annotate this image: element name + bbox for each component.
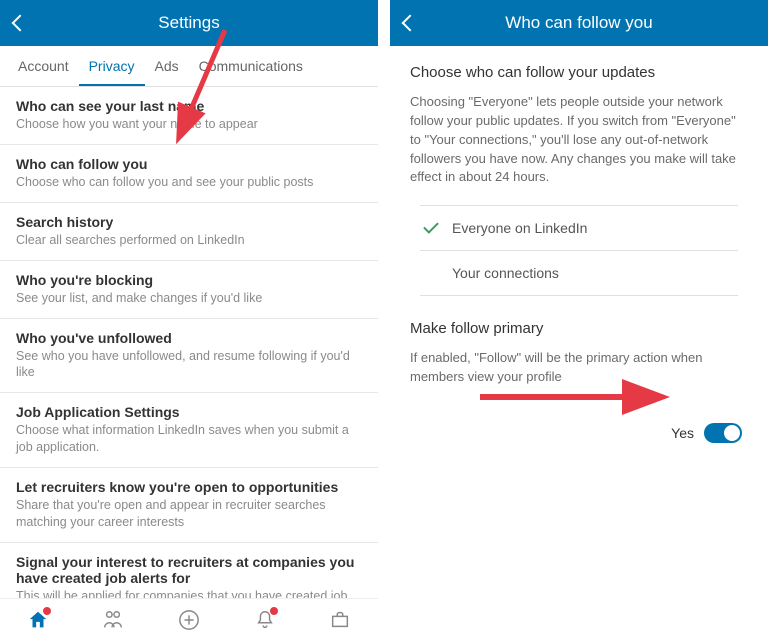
who-can-follow-screen: Who can follow you Choose who can follow…: [390, 0, 768, 644]
row-sub: Share that you're open and appear in rec…: [16, 497, 362, 531]
option-connections[interactable]: Your connections: [420, 251, 738, 296]
nav-add[interactable]: [178, 609, 200, 631]
row-title: Who you're blocking: [16, 272, 362, 288]
row-title: Search history: [16, 214, 362, 230]
option-everyone[interactable]: Everyone on LinkedIn: [420, 206, 738, 251]
row-title: Job Application Settings: [16, 404, 362, 420]
notification-dot-icon: [42, 606, 52, 616]
row-recruiters-open[interactable]: Let recruiters know you're open to oppor…: [0, 468, 378, 543]
bottom-nav: [0, 598, 378, 640]
row-title: Let recruiters know you're open to oppor…: [16, 479, 362, 495]
nav-network[interactable]: [102, 609, 124, 631]
row-who-can-follow[interactable]: Who can follow you Choose who can follow…: [0, 145, 378, 203]
tab-account[interactable]: Account: [8, 46, 79, 86]
header-title: Who can follow you: [390, 13, 768, 33]
option-label: Your connections: [452, 265, 559, 281]
row-sub: Choose what information LinkedIn saves w…: [16, 422, 362, 456]
section1-title: Choose who can follow your updates: [410, 64, 748, 81]
row-title: Who you've unfollowed: [16, 330, 362, 346]
annotation-arrow-icon: [480, 387, 680, 407]
row-blocking[interactable]: Who you're blocking See your list, and m…: [0, 261, 378, 319]
toggle-label: Yes: [671, 425, 694, 441]
notification-dot-icon: [269, 606, 279, 616]
row-title: Who can follow you: [16, 156, 362, 172]
check-icon: [423, 218, 439, 234]
section2-title: Make follow primary: [410, 320, 748, 337]
follow-options: Everyone on LinkedIn Your connections: [420, 205, 738, 296]
row-sub: Choose who can follow you and see your p…: [16, 174, 362, 191]
row-job-app-settings[interactable]: Job Application Settings Choose what inf…: [0, 393, 378, 468]
nav-notifications[interactable]: [254, 609, 276, 631]
nav-home[interactable]: [27, 609, 49, 631]
settings-list[interactable]: Who can see your last name Choose how yo…: [0, 87, 378, 644]
toggle-knob: [724, 425, 740, 441]
follow-primary-toggle[interactable]: [704, 423, 742, 443]
row-sub: See your list, and make changes if you'd…: [16, 290, 362, 307]
nav-jobs[interactable]: [329, 609, 351, 631]
section2-desc: If enabled, "Follow" will be the primary…: [410, 349, 748, 387]
annotation-arrow-icon: [170, 30, 250, 150]
row-search-history[interactable]: Search history Clear all searches perfor…: [0, 203, 378, 261]
row-title: Signal your interest to recruiters at co…: [16, 554, 362, 586]
section1-desc: Choosing "Everyone" lets people outside …: [410, 93, 748, 187]
option-label: Everyone on LinkedIn: [452, 220, 587, 236]
row-unfollowed[interactable]: Who you've unfollowed See who you have u…: [0, 319, 378, 394]
row-sub: Clear all searches performed on LinkedIn: [16, 232, 362, 249]
follow-primary-toggle-row: Yes: [410, 423, 748, 443]
header-bar: Who can follow you: [390, 0, 768, 46]
tab-privacy[interactable]: Privacy: [79, 46, 145, 86]
row-sub: See who you have unfollowed, and resume …: [16, 348, 362, 382]
